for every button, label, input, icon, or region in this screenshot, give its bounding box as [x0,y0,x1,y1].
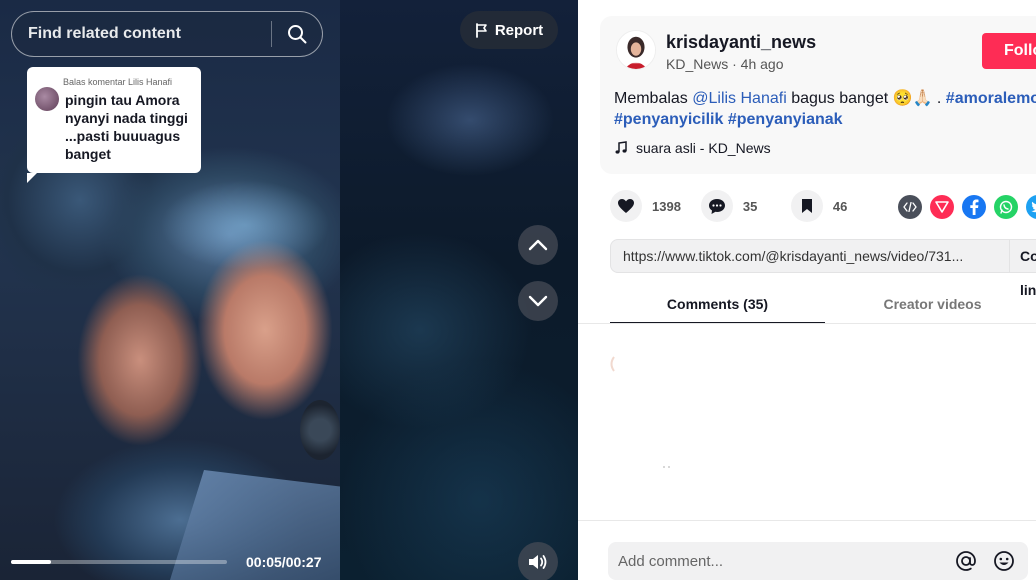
commenter-avatar [35,87,59,111]
facebook-icon [970,199,979,215]
heart-icon [618,199,634,213]
chevron-up-icon [528,239,548,251]
video-url-text[interactable]: https://www.tiktok.com/@krisdayanti_news… [611,248,1009,264]
post-info-card: krisdayanti_news KD_News · 4h ago Follow… [600,16,1036,174]
like-circle [610,190,642,222]
reply-comment-sticker: pingin tau Amora nyanyi nada tinggi ...p… [27,67,201,183]
save-circle [790,190,823,222]
video-light-highlight [160,180,330,270]
video-player[interactable]: pingin tau Amora nyanyi nada tinggi ...p… [0,0,578,580]
next-video-button[interactable] [518,281,558,321]
mention-button[interactable] [952,547,980,575]
author-username[interactable]: krisdayanti_news [666,32,816,53]
hashtag-link[interactable]: #amoralemos [946,90,1036,107]
embed-icon [903,202,917,212]
comment-button[interactable]: 35 [700,190,771,222]
music-link[interactable]: suara asli - KD_News [614,140,771,156]
save-button[interactable]: 46 [790,190,861,222]
tab-comments[interactable]: Comments (35) [610,286,825,324]
post-description: Membalas @Lilis Hanafi bagus banget 🥺🙏🏻 … [614,88,1036,130]
bookmark-icon [801,199,812,213]
save-count: 46 [832,198,848,214]
mention-link[interactable]: @Lilis Hanafi [692,90,787,107]
flag-icon [475,22,487,38]
twitter-share-button[interactable] [1026,195,1036,219]
loading-spinner-icon [610,356,615,372]
description-text: bagus banget 🥺🙏🏻 . [786,90,946,107]
video-progress-bar[interactable] [11,560,227,564]
author-avatar[interactable] [616,30,656,70]
copy-link-button[interactable]: Copy link [1009,239,1036,298]
share-buttons [898,195,1036,219]
panel-tabs: Comments (35) Creator videos [610,286,1036,324]
tab-creator-videos[interactable]: Creator videos [825,286,1036,324]
embed-button[interactable] [898,195,922,219]
music-note-icon [615,141,627,154]
search-button[interactable] [272,12,322,56]
author-avatar-image [617,31,655,69]
chevron-down-icon [528,295,548,307]
emoji-button[interactable] [990,547,1018,575]
comment-circle [700,190,733,222]
send-to-friends-button[interactable] [930,195,954,219]
add-comment-input[interactable] [608,552,952,570]
whatsapp-icon [999,200,1013,214]
volume-button[interactable] [518,542,558,580]
description-prefix: Membalas [614,90,693,107]
hashtag-link[interactable]: #penyanyianak [728,111,843,128]
twitter-icon [1031,201,1036,213]
emoji-icon [994,551,1014,571]
video-link-box: https://www.tiktok.com/@krisdayanti_news… [610,239,1036,298]
hashtag-link[interactable]: #penyanyicilik [614,111,723,128]
comments-list[interactable] [578,324,1036,520]
reply-comment-text: pingin tau Amora nyanyi nada tinggi ...p… [65,92,188,162]
video-microphone-shape [300,400,340,460]
music-title: suara asli - KD_News [636,140,771,156]
facebook-share-button[interactable] [962,195,986,219]
video-time-readout: 00:05/00:27 [246,554,322,570]
report-button[interactable]: Report [460,11,558,49]
search-input[interactable] [12,25,271,43]
tiktok-video-page: pingin tau Amora nyanyi nada tinggi ...p… [0,0,1036,580]
send-icon [935,201,949,213]
previous-video-button[interactable] [518,225,558,265]
follow-button[interactable]: Follow [982,33,1036,69]
whatsapp-share-button[interactable] [994,195,1018,219]
author-nickname-and-time: KD_News · 4h ago [666,56,784,72]
reply-meta-label: Balas komentar Lilis Hanafi [63,77,173,87]
reply-header: pingin tau Amora nyanyi nada tinggi ...p… [35,75,193,163]
volume-icon [529,555,547,569]
comment-icon [708,198,725,214]
at-sign-icon [956,551,976,571]
like-count: 1398 [652,198,681,214]
search-icon [288,25,307,44]
comment-input-box [608,542,1028,580]
like-button[interactable]: 1398 [610,190,681,222]
find-related-search[interactable] [11,11,323,57]
report-label: Report [494,21,544,39]
comment-input-divider [578,520,1036,521]
loading-dots-icon [663,466,670,468]
video-progress-fill [11,560,51,564]
comment-count: 35 [742,198,758,214]
engagement-actions: 1398 35 46 [610,190,861,222]
video-details-panel: krisdayanti_news KD_News · 4h ago Follow… [578,0,1036,580]
